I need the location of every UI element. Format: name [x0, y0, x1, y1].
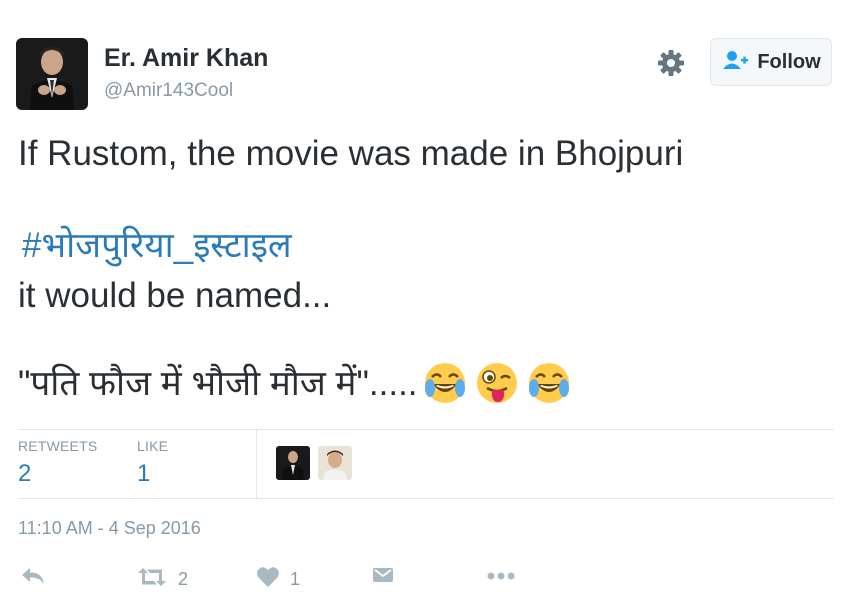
- tweet-text-line-with-emoji: "पति फौज में भौजी मौज में".....: [18, 360, 572, 406]
- author-avatar[interactable]: [16, 38, 88, 110]
- tears-of-joy-emoji-icon: [526, 360, 572, 406]
- divider: [18, 498, 834, 499]
- liker-avatar[interactable]: [318, 446, 352, 480]
- reply-button[interactable]: [20, 566, 46, 591]
- likes-stat[interactable]: LIKE 1: [137, 438, 168, 488]
- tears-of-joy-emoji-icon: [422, 360, 468, 406]
- author-display-name[interactable]: Er. Amir Khan: [104, 44, 268, 73]
- follow-button[interactable]: Follow: [710, 38, 832, 86]
- gear-icon[interactable]: [656, 48, 686, 78]
- direct-message-button[interactable]: [372, 566, 394, 589]
- ellipsis-icon: [486, 566, 516, 591]
- tweet-text-line: If Rustom, the movie was made in Bhojpur…: [18, 134, 684, 173]
- retweets-label: RETWEETS: [18, 438, 98, 454]
- retweet-button[interactable]: 2: [136, 566, 188, 593]
- retweet-icon: [136, 566, 168, 593]
- tweet-timestamp[interactable]: 11:10 AM - 4 Sep 2016: [18, 518, 201, 539]
- divider: [256, 430, 257, 498]
- retweets-count: 2: [18, 460, 32, 487]
- reply-icon: [20, 566, 46, 591]
- tweet-text-hindi: "पति फौज में भौजी मौज में".....: [18, 363, 418, 403]
- heart-icon: [256, 566, 280, 593]
- add-user-icon: [721, 50, 749, 75]
- winking-tongue-emoji-icon: [474, 360, 520, 406]
- divider: [18, 429, 834, 430]
- tweet-text-line: it would be named...: [18, 276, 332, 315]
- hashtag-link[interactable]: #भोजपुरिया_इस्टाइल: [22, 228, 292, 263]
- like-count: 1: [290, 569, 301, 589]
- author-handle[interactable]: @Amir143Cool: [104, 80, 233, 102]
- more-options-button[interactable]: [486, 566, 516, 591]
- likes-label: LIKE: [137, 438, 169, 454]
- envelope-icon: [372, 566, 394, 589]
- likes-count: 1: [137, 460, 151, 487]
- retweet-count: 2: [178, 569, 189, 589]
- liker-avatar[interactable]: [276, 446, 310, 480]
- retweets-stat[interactable]: RETWEETS 2: [18, 438, 97, 488]
- like-button[interactable]: 1: [256, 566, 300, 593]
- follow-button-label: Follow: [757, 50, 821, 73]
